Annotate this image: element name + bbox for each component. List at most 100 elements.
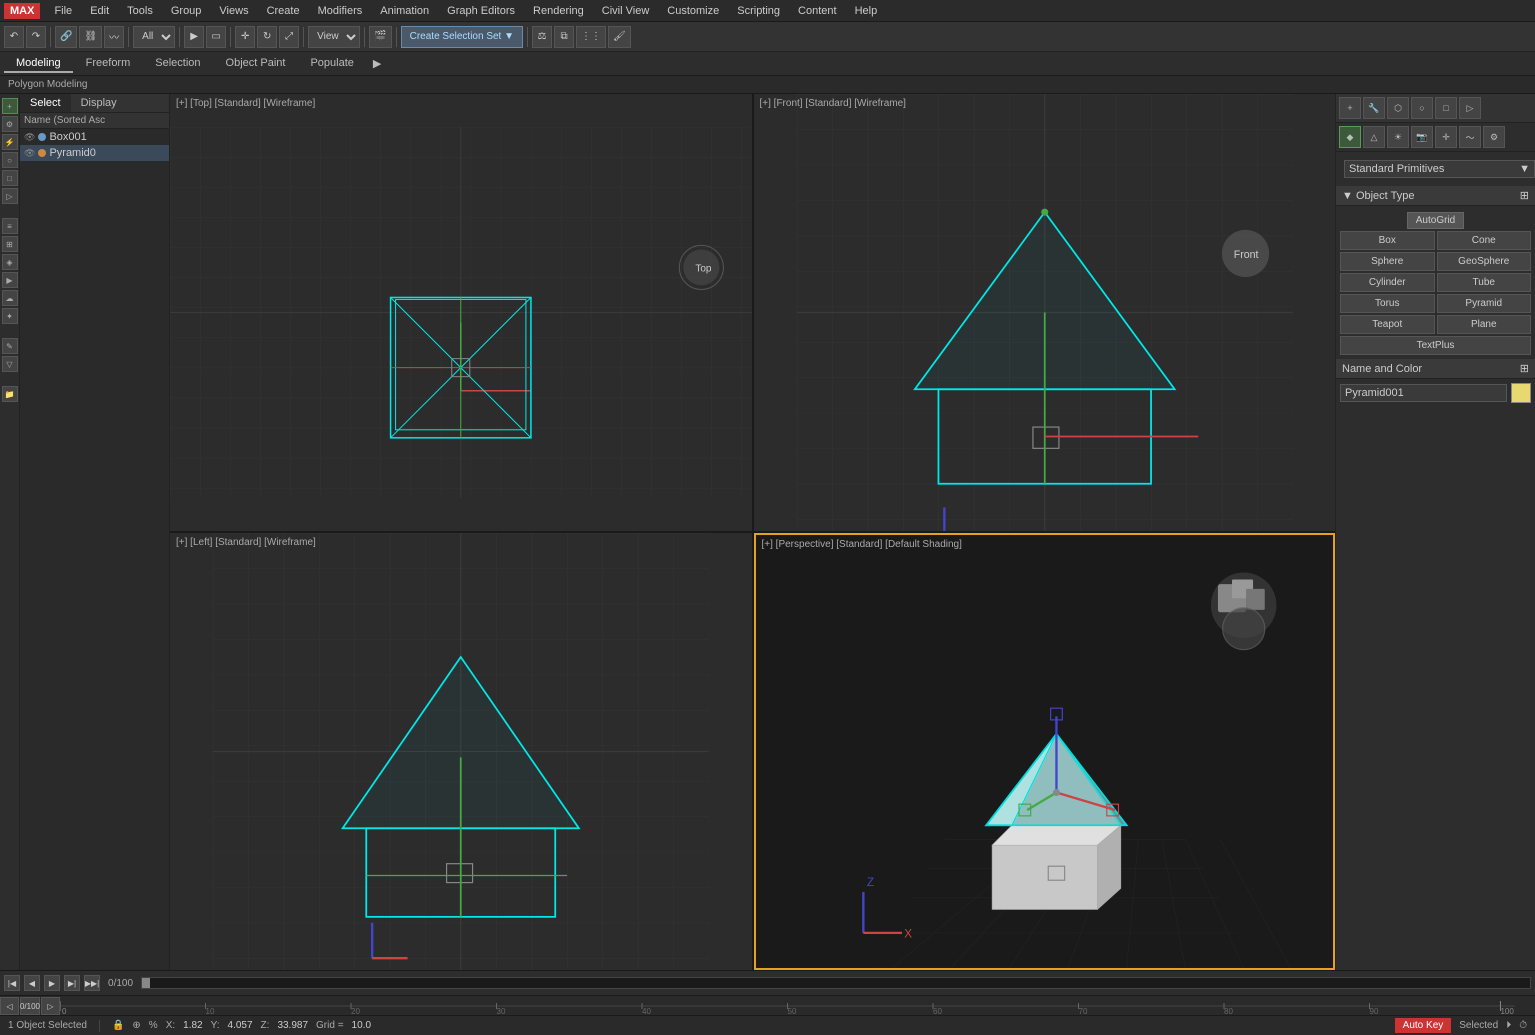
anim-next-btn[interactable]: ▶| bbox=[64, 975, 80, 991]
menu-rendering[interactable]: Rendering bbox=[525, 3, 592, 19]
menu-group[interactable]: Group bbox=[163, 3, 210, 19]
hierarchy-icon[interactable]: ⚡ bbox=[2, 134, 18, 150]
array-btn[interactable]: ⋮⋮ bbox=[576, 26, 606, 48]
light-icon[interactable]: ☀ bbox=[1387, 126, 1409, 148]
asset-tracking-icon[interactable]: 📁 bbox=[2, 386, 18, 402]
timeline-pos-btn[interactable]: 0/100 bbox=[20, 997, 40, 1015]
viewport-front[interactable]: [+] [Front] [Standard] [Wireframe] bbox=[754, 94, 1336, 531]
environment-icon[interactable]: ☁ bbox=[2, 290, 18, 306]
viewport-left[interactable]: [+] [Left] [Standard] [Wireframe] bbox=[170, 533, 752, 970]
anim-slider[interactable] bbox=[141, 977, 1531, 989]
name-color-header[interactable]: Name and Color ⊞ bbox=[1336, 359, 1535, 379]
select-region-btn[interactable]: ▭ bbox=[206, 26, 226, 48]
system-icon[interactable]: ⚙ bbox=[1483, 126, 1505, 148]
utilities-icon[interactable]: ▷ bbox=[2, 188, 18, 204]
layer-dropdown[interactable]: All bbox=[133, 26, 175, 48]
scene-item-box[interactable]: 👁 Box001 bbox=[20, 129, 169, 145]
sphere-btn[interactable]: Sphere bbox=[1340, 252, 1435, 271]
menu-help[interactable]: Help bbox=[847, 3, 886, 19]
primitive-type-dropdown[interactable]: Standard Primitives ▼ bbox=[1344, 160, 1535, 178]
anim-play-btn[interactable]: ▶ bbox=[44, 975, 60, 991]
tab-selection[interactable]: Selection bbox=[143, 55, 212, 73]
textplus-btn[interactable]: TextPlus bbox=[1340, 336, 1531, 355]
pyramid-btn[interactable]: Pyramid bbox=[1437, 294, 1532, 313]
shape-icon[interactable]: △ bbox=[1363, 126, 1385, 148]
material-editor-icon[interactable]: ◈ bbox=[2, 254, 18, 270]
geosphere-btn[interactable]: GeoSphere bbox=[1437, 252, 1532, 271]
tab-expand[interactable]: ▶ bbox=[367, 55, 387, 72]
redo-btn[interactable]: ↷ bbox=[26, 26, 46, 48]
color-swatch[interactable] bbox=[1511, 383, 1531, 403]
filter-icon[interactable]: ▽ bbox=[2, 356, 18, 372]
object-paint-btn[interactable]: 🖌 bbox=[608, 26, 631, 48]
motion2-icon[interactable]: ○ bbox=[1411, 97, 1433, 119]
menu-animation[interactable]: Animation bbox=[372, 3, 437, 19]
tab-object-paint[interactable]: Object Paint bbox=[214, 55, 298, 73]
snap-icon[interactable]: ✎ bbox=[2, 338, 18, 354]
create-selection-set-btn[interactable]: Create Selection Set ▼ bbox=[401, 26, 523, 48]
mirror-btn[interactable]: ⧉ bbox=[554, 26, 574, 48]
viewport-top[interactable]: [+] [Top] [Standard] [Wireframe] bbox=[170, 94, 752, 531]
display2-icon[interactable]: □ bbox=[1435, 97, 1457, 119]
timeline-prev-btn[interactable]: ◁ bbox=[0, 997, 19, 1015]
effects-icon[interactable]: ✦ bbox=[2, 308, 18, 324]
link-btn[interactable]: 🔗 bbox=[55, 26, 77, 48]
max-logo[interactable]: MAX bbox=[4, 3, 40, 19]
cylinder-btn[interactable]: Cylinder bbox=[1340, 273, 1435, 292]
tab-populate[interactable]: Populate bbox=[298, 55, 365, 73]
scene-tab-select[interactable]: Select bbox=[20, 94, 71, 112]
scene-tab-display[interactable]: Display bbox=[71, 94, 127, 112]
menu-graph-editors[interactable]: Graph Editors bbox=[439, 3, 523, 19]
helper-icon[interactable]: ✛ bbox=[1435, 126, 1457, 148]
object-type-header[interactable]: ▼ Object Type ⊞ bbox=[1336, 186, 1535, 206]
timeline-next-btn[interactable]: ▷ bbox=[41, 997, 60, 1015]
display-icon[interactable]: □ bbox=[2, 170, 18, 186]
anim-prev-btn[interactable]: ◀ bbox=[24, 975, 40, 991]
menu-customize[interactable]: Customize bbox=[659, 3, 727, 19]
tab-freeform[interactable]: Freeform bbox=[74, 55, 143, 73]
scene-explorer-icon[interactable]: ≡ bbox=[2, 218, 18, 234]
geometry-icon[interactable]: ◆ bbox=[1339, 126, 1361, 148]
menu-scripting[interactable]: Scripting bbox=[729, 3, 788, 19]
view-dropdown[interactable]: View bbox=[308, 26, 360, 48]
move-btn[interactable]: ✛ bbox=[235, 26, 255, 48]
time-slider[interactable]: 0 10 20 30 40 50 60 70 80 90 100 ◁ 0/100… bbox=[0, 995, 1535, 1015]
scene-item-pyramid[interactable]: 👁 Pyramid0 bbox=[20, 145, 169, 161]
render-icon[interactable]: ▶ bbox=[2, 272, 18, 288]
viewport-perspective[interactable]: [+] [Perspective] [Standard] [Default Sh… bbox=[754, 533, 1336, 970]
rotate-btn[interactable]: ↻ bbox=[257, 26, 277, 48]
unlink-btn[interactable]: ⛓ bbox=[79, 26, 102, 48]
scale-btn[interactable]: ⤢ bbox=[279, 26, 299, 48]
tube-btn[interactable]: Tube bbox=[1437, 273, 1532, 292]
wrench-icon[interactable]: 🔧 bbox=[1363, 97, 1385, 119]
auto-key-btn[interactable]: Auto Key bbox=[1395, 1018, 1452, 1033]
modify-icon[interactable]: ⚙ bbox=[2, 116, 18, 132]
tab-modeling[interactable]: Modeling bbox=[4, 55, 73, 73]
create-icon[interactable]: + bbox=[2, 98, 18, 114]
menu-create[interactable]: Create bbox=[259, 3, 308, 19]
plane-btn[interactable]: Plane bbox=[1437, 315, 1532, 334]
undo-btn[interactable]: ↶ bbox=[4, 26, 24, 48]
cone-btn[interactable]: Cone bbox=[1437, 231, 1532, 250]
menu-tools[interactable]: Tools bbox=[119, 3, 161, 19]
eye-icon-box[interactable]: 👁 bbox=[24, 132, 35, 143]
menu-civil-view[interactable]: Civil View bbox=[594, 3, 657, 19]
render-setup-btn[interactable]: 🎬 bbox=[369, 26, 391, 48]
torus-btn[interactable]: Torus bbox=[1340, 294, 1435, 313]
teapot-btn[interactable]: Teapot bbox=[1340, 315, 1435, 334]
bind-btn[interactable]: 〰 bbox=[104, 26, 124, 48]
menu-modifiers[interactable]: Modifiers bbox=[310, 3, 371, 19]
anim-next-end-btn[interactable]: ▶▶| bbox=[84, 975, 100, 991]
camera-icon[interactable]: 📷 bbox=[1411, 126, 1433, 148]
eye-icon-pyramid[interactable]: 👁 bbox=[24, 148, 35, 159]
layer-manager-icon[interactable]: ⊞ bbox=[2, 236, 18, 252]
menu-file[interactable]: File bbox=[46, 3, 80, 19]
spacewarp-icon[interactable]: 〜 bbox=[1459, 126, 1481, 148]
util2-icon[interactable]: ▷ bbox=[1459, 97, 1481, 119]
menu-edit[interactable]: Edit bbox=[82, 3, 117, 19]
align-btn[interactable]: ⚖ bbox=[532, 26, 552, 48]
anim-prev-start-btn[interactable]: |◀ bbox=[4, 975, 20, 991]
select-btn[interactable]: ▶ bbox=[184, 26, 204, 48]
menu-views[interactable]: Views bbox=[211, 3, 256, 19]
object-name-input[interactable] bbox=[1340, 384, 1507, 402]
